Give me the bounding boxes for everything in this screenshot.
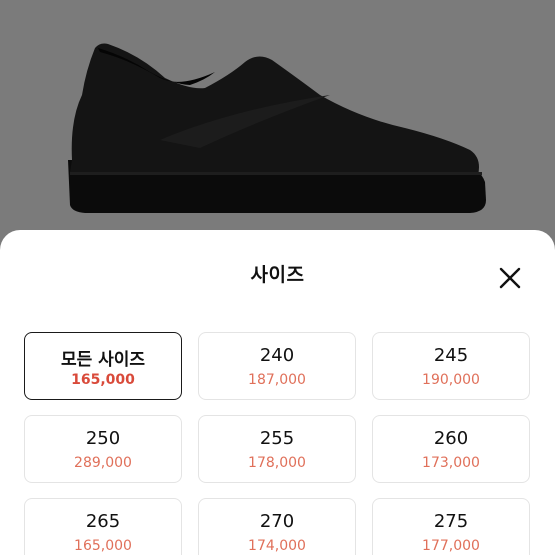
product-image-sneaker [0,0,555,250]
size-option-250[interactable]: 250 289,000 [24,415,182,483]
size-price: 187,000 [248,372,306,388]
size-price: 178,000 [248,455,306,471]
size-price: 177,000 [422,538,480,554]
size-price: 174,000 [248,538,306,554]
size-option-270[interactable]: 270 174,000 [198,498,356,555]
size-option-255[interactable]: 255 178,000 [198,415,356,483]
size-label: 모든 사이즈 [60,350,146,370]
size-label: 240 [259,345,295,366]
size-label: 260 [433,428,469,449]
size-label: 250 [85,428,121,449]
size-option-260[interactable]: 260 173,000 [372,415,530,483]
size-label: 255 [259,428,295,449]
size-label: 275 [433,511,469,532]
size-price: 165,000 [74,538,132,554]
size-option-275[interactable]: 275 177,000 [372,498,530,555]
size-option-all[interactable]: 모든 사이즈 165,000 [24,332,182,400]
size-option-240[interactable]: 240 187,000 [198,332,356,400]
size-label: 270 [259,511,295,532]
size-label: 265 [85,511,121,532]
size-price: 190,000 [422,372,480,388]
size-bottom-sheet: 사이즈 모든 사이즈 165,000 240 187,000 245 190,0… [0,230,555,555]
close-icon [499,267,521,289]
sheet-title: 사이즈 [250,264,305,286]
size-option-265[interactable]: 265 165,000 [24,498,182,555]
size-price: 289,000 [74,455,132,471]
size-option-245[interactable]: 245 190,000 [372,332,530,400]
size-label: 245 [433,345,469,366]
close-button[interactable] [494,262,526,294]
size-price: 173,000 [422,455,480,471]
size-picker-screen: 사이즈 모든 사이즈 165,000 240 187,000 245 190,0… [0,0,555,555]
size-price: 165,000 [71,372,135,388]
